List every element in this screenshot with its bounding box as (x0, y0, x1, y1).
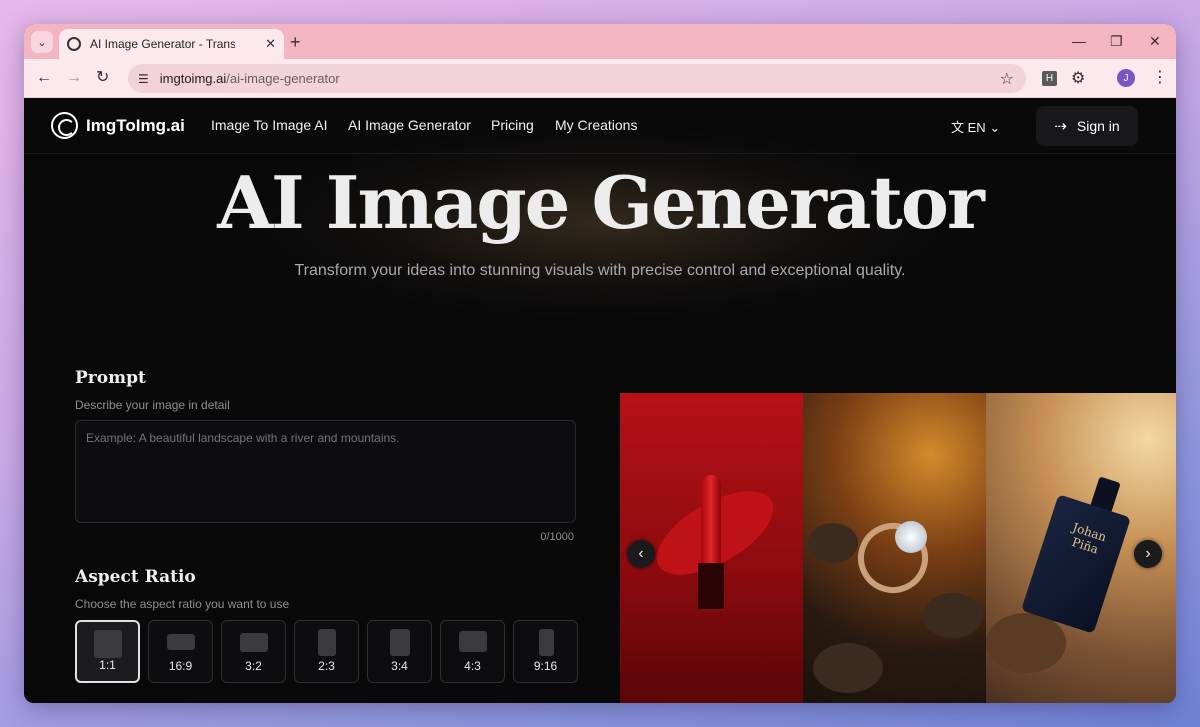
hero-title: AI Image Generator (217, 160, 985, 245)
url-path: /ai-image-generator (226, 71, 340, 86)
close-window-icon[interactable]: ✕ (1149, 31, 1161, 51)
browser-tab[interactable]: AI Image Generator - Transform ✕ (59, 29, 284, 59)
ratio-option-2-3[interactable]: 2:3 (294, 620, 359, 683)
aspect-ratio-title: Aspect Ratio (75, 567, 196, 587)
prompt-description: Describe your image in detail (75, 398, 230, 412)
close-tab-icon[interactable]: ✕ (265, 36, 276, 52)
ratio-label: 9:16 (533, 659, 558, 673)
ratio-landscape-icon (459, 631, 487, 652)
address-bar[interactable]: ☰ imgtoimg.ai /ai-image-generator ☆ (128, 64, 1026, 93)
ratio-tall-icon (539, 629, 554, 656)
tab-strip: ⌄ AI Image Generator - Transform ✕ + — ❐… (24, 24, 1176, 59)
prompt-input[interactable] (75, 420, 576, 523)
ratio-square-icon (94, 630, 122, 658)
url-host: imgtoimg.ai (159, 71, 227, 86)
browser-toolbar: ← → ↻ ☰ imgtoimg.ai /ai-image-generator … (24, 59, 1176, 98)
ratio-option-1-1[interactable]: 1:1 (75, 620, 140, 683)
ratio-portrait-icon (318, 629, 336, 656)
translate-icon: 文 (951, 120, 965, 135)
web-page: ImgToImg.ai Image To Image AI AI Image G… (24, 98, 1176, 703)
sign-in-icon: ⇢ (1054, 118, 1067, 135)
ratio-wide-icon (167, 634, 195, 650)
browser-menu-icon[interactable]: ⋮ (1152, 67, 1168, 87)
browser-window: ⌄ AI Image Generator - Transform ✕ + — ❐… (24, 24, 1176, 703)
ratio-option-3-2[interactable]: 3:2 (221, 620, 286, 683)
reload-icon[interactable]: ↻ (96, 68, 109, 88)
pebble (808, 523, 858, 563)
nav-pricing[interactable]: Pricing (491, 117, 534, 133)
gallery-prev-button[interactable]: ‹ (627, 540, 655, 568)
sign-in-label: Sign in (1076, 118, 1120, 134)
pebble (813, 643, 883, 693)
ratio-option-16-9[interactable]: 16:9 (148, 620, 213, 683)
nav-ai-image-generator[interactable]: AI Image Generator (348, 117, 471, 133)
sign-in-button[interactable]: ⇢ Sign in (1036, 106, 1138, 146)
tab-title: AI Image Generator - Transform (90, 37, 235, 51)
site-logo[interactable]: ImgToImg.ai (51, 112, 185, 139)
nav-image-to-image[interactable]: Image To Image AI (211, 117, 327, 133)
ratio-label: 2:3 (318, 659, 335, 673)
aspect-ratio-description: Choose the aspect ratio you want to use (75, 597, 290, 611)
forward-icon[interactable]: → (66, 68, 82, 88)
ratio-option-9-16[interactable]: 9:16 (513, 620, 578, 683)
minimize-icon[interactable]: — (1072, 31, 1086, 51)
pebble (986, 613, 1066, 673)
bookmark-star-icon[interactable]: ☆ (1000, 69, 1014, 89)
ratio-label: 3:2 (245, 659, 262, 673)
ratio-portrait-icon (390, 629, 410, 656)
perfume-bottle (1021, 494, 1131, 634)
gallery-image-ring (803, 393, 986, 703)
hero-subtitle: Transform your ideas into stunning visua… (294, 262, 906, 279)
prompt-title: Prompt (75, 368, 146, 388)
tab-search-icon[interactable]: ⌄ (31, 31, 53, 53)
extensions-puzzle-icon[interactable]: ⚙ (1071, 68, 1085, 88)
maximize-icon[interactable]: ❐ (1110, 31, 1123, 51)
ratio-label: 3:4 (391, 659, 408, 673)
profile-avatar[interactable]: J (1117, 69, 1135, 87)
nav-my-creations[interactable]: My Creations (555, 117, 637, 133)
ratio-option-4-3[interactable]: 4:3 (440, 620, 505, 683)
ring-diamond (895, 521, 927, 553)
language-label: EN (967, 120, 986, 135)
site-info-icon[interactable]: ☰ (138, 72, 149, 86)
ratio-label: 1:1 (99, 658, 116, 672)
back-icon[interactable]: ← (36, 68, 52, 88)
example-gallery: Johan Piña ‹ › (620, 393, 1176, 703)
language-selector[interactable]: 文 EN ⌄ (951, 117, 1000, 136)
logo-swirl-icon (51, 112, 78, 139)
site-header: ImgToImg.ai Image To Image AI AI Image G… (24, 98, 1176, 154)
logo-text: ImgToImg.ai (86, 115, 185, 135)
ratio-landscape-icon (240, 633, 268, 652)
ratio-option-3-4[interactable]: 3:4 (367, 620, 432, 683)
prompt-char-counter: 0/1000 (540, 531, 574, 543)
aspect-ratio-options: 1:1 16:9 3:2 2:3 3:4 4:3 9:16 (75, 620, 578, 683)
extension-h-icon[interactable]: H (1042, 71, 1057, 86)
ratio-label: 16:9 (168, 659, 193, 673)
new-tab-icon[interactable]: + (290, 31, 301, 53)
site-favicon-icon (67, 37, 81, 51)
ratio-label: 4:3 (464, 659, 481, 673)
lipstick-tube (698, 563, 724, 609)
chevron-down-icon: ⌄ (989, 120, 1001, 135)
ring-band (848, 513, 938, 603)
lipstick-bullet (701, 475, 721, 567)
gallery-next-button[interactable]: › (1134, 540, 1162, 568)
pebble (923, 593, 983, 638)
